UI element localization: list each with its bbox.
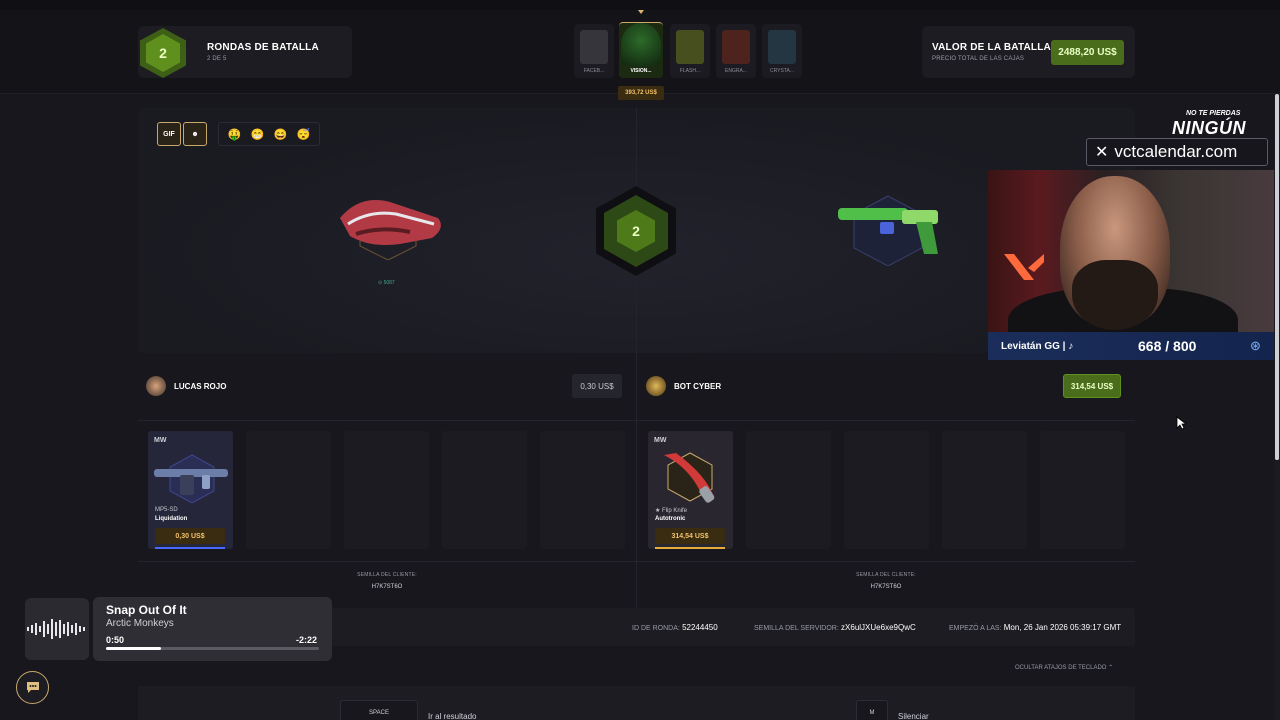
m-keycap: M <box>856 700 888 720</box>
item-card[interactable]: MW MP5-SD Liquidation 0,30 US$ <box>148 431 233 549</box>
client-seed-left: SEMILLA DEL CLIENTE: H7K7ST6O <box>357 572 417 590</box>
hide-shortcuts-toggle[interactable]: OCULTAR ATAJOS DE TECLADO ⌃ <box>1015 664 1113 671</box>
smile-icon[interactable]: ☻ <box>183 122 207 146</box>
tiktok-icon: ♪ <box>1068 340 1074 352</box>
song-artist: Arctic Monkeys <box>106 618 174 629</box>
chevron-up-icon: ⌃ <box>1108 665 1114 671</box>
case-thumb-active[interactable]: VISION... <box>619 22 663 78</box>
server-seed: SEMILLA DEL SERVIDOR: zX6ulJXUe6xe9QwC <box>754 623 916 632</box>
empty-slot <box>844 431 929 549</box>
emoji-grin[interactable]: 😁 <box>251 128 265 141</box>
gloves-drop-image <box>340 200 441 260</box>
empty-slot <box>746 431 831 549</box>
keyboard-shortcuts-panel <box>138 686 1135 720</box>
gif-button[interactable]: GIF <box>157 122 181 146</box>
song-remaining: -2:22 <box>296 635 318 645</box>
shortcut-description: Silenciar <box>898 712 929 720</box>
client-seed-right: SEMILLA DEL CLIENTE: H7K7ST6O <box>856 572 916 590</box>
sponsor-banner: NO TE PIERDAS NINGÚN PARTIDO ✕vctcalenda… <box>1086 110 1270 170</box>
emoji-money-face[interactable]: 🤑 <box>228 128 242 141</box>
battle-value-title: VALOR DE LA BATALLA <box>932 42 1051 53</box>
divider <box>138 420 1135 421</box>
scrollbar-thumb-secondary[interactable] <box>1275 360 1279 460</box>
avatar <box>146 376 166 396</box>
item-card[interactable]: MW ★ Flip Knife Autotronic 314,54 US$ <box>648 431 733 549</box>
player-name: BOT CYBER <box>674 381 722 391</box>
emoji-sleepy[interactable]: 😴 <box>297 128 311 141</box>
arena-divider <box>636 108 637 608</box>
round-id: ID DE RONDA: 52244450 <box>632 623 718 632</box>
battle-value-amount: 2488,20 US$ <box>1051 40 1124 65</box>
streamer-counter: 668 / 800 <box>1138 338 1197 354</box>
rounds-current: 2 <box>146 34 180 72</box>
case-thumb-3[interactable]: FLASH... <box>670 24 710 78</box>
drop-float-label: ⊙ 5087 <box>378 280 395 286</box>
song-elapsed: 0:50 <box>106 635 125 645</box>
rounds-title: RONDAS DE BATALLA <box>207 42 319 53</box>
player-name: LUCAS ROJO <box>174 381 227 391</box>
bot-avatar <box>646 376 666 396</box>
emoji-picker: 🤑 😁 😄 😴 <box>218 122 320 146</box>
empty-slot <box>540 431 625 549</box>
empty-slot <box>246 431 331 549</box>
round-number: 2 <box>617 210 655 252</box>
case-thumb-5[interactable]: CRYSTA... <box>762 24 802 78</box>
chat-icon <box>26 682 39 693</box>
active-case-marker-icon <box>638 10 644 14</box>
rounds-subtitle: 2 DE 5 <box>207 56 227 62</box>
empty-slot <box>942 431 1027 549</box>
shortcut-description: Ir al resultado <box>428 712 477 720</box>
player-total-value: 314,54 US$ <box>1063 374 1121 398</box>
round-start-time: EMPEZÓ A LAS: Mon, 26 Jan 2026 05:39:17 … <box>949 623 1122 632</box>
case-thumb-1[interactable]: FACEB... <box>574 24 614 78</box>
active-case-price: 393,72 US$ <box>618 86 664 100</box>
case-thumb-4[interactable]: ENGRA... <box>716 24 756 78</box>
pistol-drop-image <box>838 195 938 266</box>
emote-bar: GIF ☻ <box>157 122 209 146</box>
chat-button[interactable] <box>16 671 49 704</box>
music-artwork <box>25 598 89 660</box>
song-title: Snap Out Of It <box>106 603 187 617</box>
valorant-logo-icon <box>1004 254 1044 280</box>
vct-logo-icon: ✕ <box>1095 144 1109 161</box>
player-right: BOT CYBER <box>646 366 721 406</box>
empty-slot <box>1040 431 1125 549</box>
battle-value-subtitle: PRECIO TOTAL DE LAS CAJAS <box>932 56 1025 62</box>
waveform-icon <box>27 619 85 639</box>
empty-slot <box>344 431 429 549</box>
song-progress-fill <box>106 647 162 650</box>
divider <box>138 561 1135 562</box>
player-total-value: 0,30 US$ <box>572 374 622 398</box>
team-logo-icon: ⊛ <box>1250 338 1261 353</box>
mouse-cursor-icon <box>1176 416 1186 430</box>
streamer-bar: Leviatán GG | ♪ 668 / 800 ⊛ <box>988 332 1280 360</box>
player-left: LUCAS ROJO <box>146 366 226 406</box>
emoji-smile[interactable]: 😄 <box>274 128 288 141</box>
space-keycap: SPACE <box>340 700 418 720</box>
empty-slot <box>442 431 527 549</box>
